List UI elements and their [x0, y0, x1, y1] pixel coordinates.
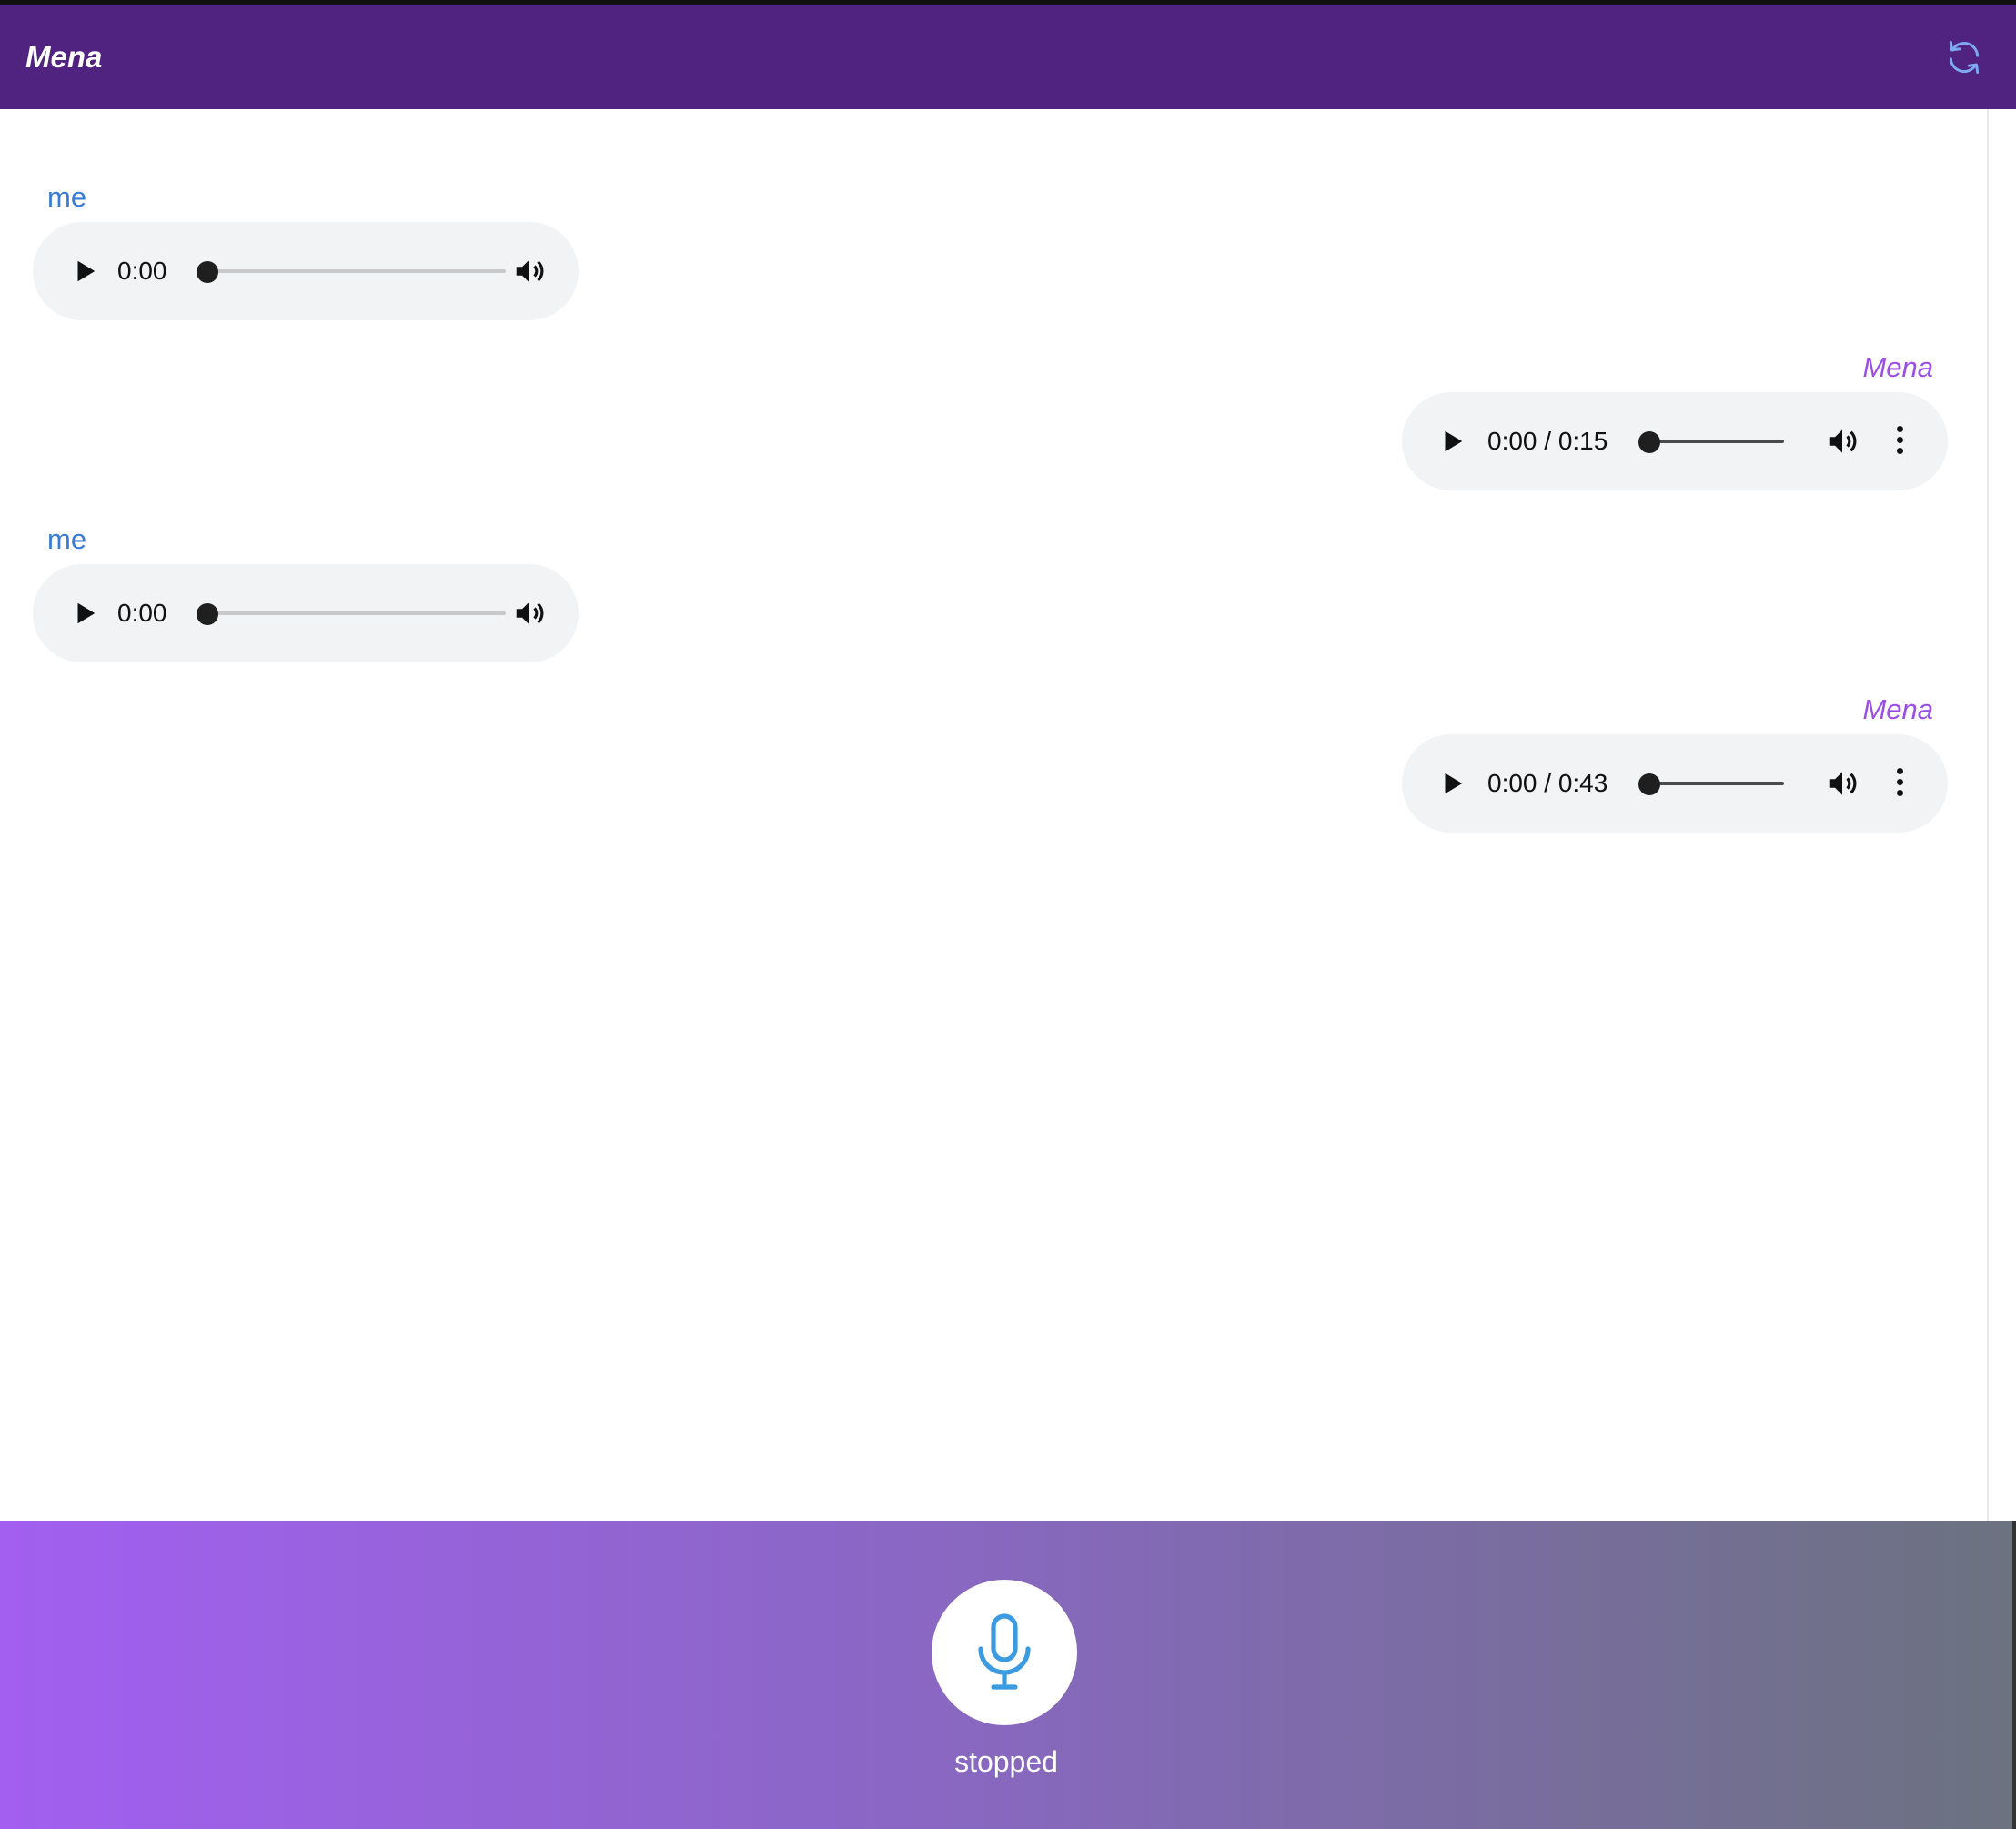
refresh-icon: [1949, 41, 1980, 74]
more-options-icon[interactable]: [1893, 426, 1906, 457]
more-options-icon[interactable]: [1893, 768, 1906, 799]
scrollbar[interactable]: [1987, 109, 2016, 1521]
record-button[interactable]: [932, 1580, 1077, 1725]
audio-progress-track[interactable]: [209, 611, 506, 615]
message-bot: Mena 0:00 / 0:15: [1402, 349, 1948, 490]
audio-progress-thumb[interactable]: [1638, 773, 1660, 795]
play-icon[interactable]: [71, 258, 98, 285]
audio-time: 0:00 / 0:43: [1487, 769, 1608, 797]
message-user: me 0:00: [33, 521, 579, 662]
record-footer: stopped: [0, 1521, 2012, 1829]
window-right-border: [2012, 1521, 2016, 1829]
audio-progress-thumb[interactable]: [197, 261, 218, 283]
audio-time: 0:00: [117, 599, 167, 627]
message-bot: Mena 0:00 / 0:43: [1402, 692, 1948, 833]
message-user: me 0:00: [33, 179, 579, 320]
play-icon[interactable]: [1438, 428, 1466, 455]
refresh-button[interactable]: [1941, 35, 1987, 80]
sender-label: Mena: [1862, 693, 1933, 725]
volume-icon[interactable]: [1825, 424, 1860, 459]
sender-label: me: [47, 523, 87, 555]
volume-icon[interactable]: [512, 596, 547, 631]
audio-progress-thumb[interactable]: [197, 603, 218, 625]
play-icon[interactable]: [71, 600, 98, 627]
sender-label: Mena: [1862, 351, 1933, 383]
audio-time: 0:00 / 0:15: [1487, 427, 1608, 455]
audio-player[interactable]: 0:00: [33, 222, 579, 320]
audio-time: 0:00: [117, 257, 167, 285]
play-icon[interactable]: [1438, 770, 1466, 797]
audio-progress-track[interactable]: [1648, 440, 1784, 443]
audio-player[interactable]: 0:00 / 0:15: [1402, 392, 1948, 490]
app-header: Mena: [0, 5, 2016, 109]
chat-area[interactable]: me 0:00 Mena 0:00 / 0:15 me 0:00 Mena 0:…: [0, 109, 1987, 1521]
volume-icon[interactable]: [512, 254, 547, 288]
audio-progress-track[interactable]: [209, 269, 506, 273]
audio-progress-track[interactable]: [1648, 782, 1784, 785]
microphone-icon: [978, 1613, 1031, 1690]
sender-label: me: [47, 181, 87, 213]
app-title: Mena: [25, 40, 103, 74]
audio-progress-thumb[interactable]: [1638, 431, 1660, 453]
audio-player[interactable]: 0:00: [33, 564, 579, 662]
audio-player[interactable]: 0:00 / 0:43: [1402, 734, 1948, 833]
volume-icon[interactable]: [1825, 766, 1860, 801]
recording-status: stopped: [954, 1745, 1058, 1778]
